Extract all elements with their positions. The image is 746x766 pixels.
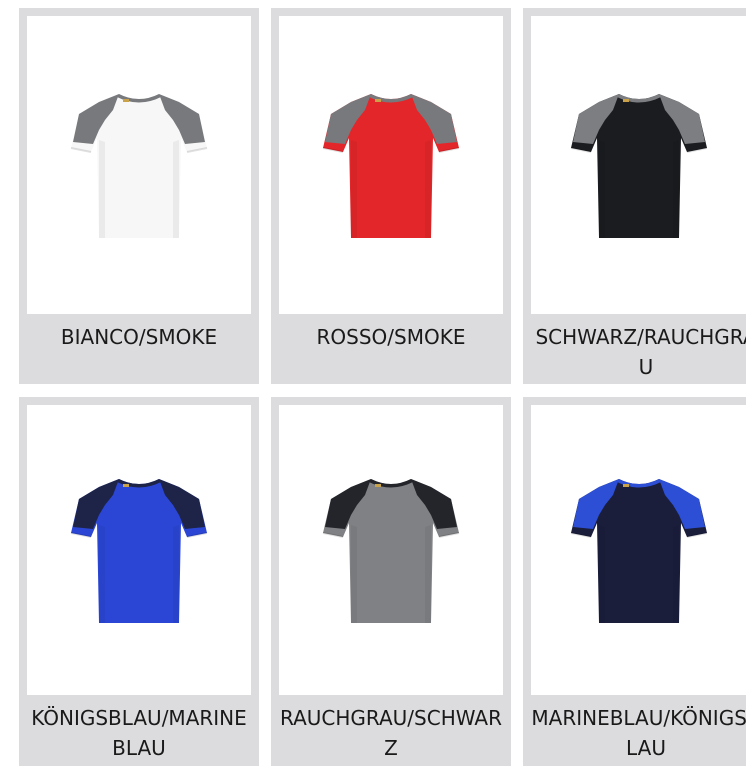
product-image: [531, 16, 746, 314]
product-image: [531, 405, 746, 695]
color-option-label: KÖNIGSBLAU/MARINEBLAU: [31, 706, 247, 760]
smokegray-black-tshirt-icon: [322, 479, 460, 623]
product-color-grid: BIANCO/SMOKE ROSSO/SMOKE SCHWARZ/RAUCHGR…: [0, 0, 746, 766]
red-smoke-tshirt-icon: [322, 94, 460, 238]
color-option-card[interactable]: ROSSO/SMOKE: [271, 8, 511, 384]
color-option-label: ROSSO/SMOKE: [316, 325, 466, 349]
color-option-label: SCHWARZ/RAUCHGRAU: [535, 325, 746, 379]
color-option-card[interactable]: BIANCO/SMOKE: [19, 8, 259, 384]
product-image: [27, 16, 251, 314]
color-option-card[interactable]: SCHWARZ/RAUCHGRAU: [523, 8, 746, 384]
product-image: [27, 405, 251, 695]
black-smokegray-tshirt-icon: [570, 94, 707, 238]
product-image: [279, 16, 503, 314]
white-smoke-tshirt-icon: [70, 94, 208, 238]
color-option-card[interactable]: KÖNIGSBLAU/MARINEBLAU: [19, 397, 259, 766]
color-option-label: BIANCO/SMOKE: [60, 325, 218, 349]
color-option-card[interactable]: MARINEBLAU/KÖNIGSBLAU: [523, 397, 746, 766]
color-option-label: RAUCHGRAU/SCHWARZ: [279, 706, 502, 760]
navy-royalblue-tshirt-icon: [570, 479, 707, 623]
color-option-label: MARINEBLAU/KÖNIGSBLAU: [531, 706, 746, 760]
color-option-card[interactable]: RAUCHGRAU/SCHWARZ: [271, 397, 511, 766]
product-image: [279, 405, 503, 695]
royalblue-navy-tshirt-icon: [70, 479, 208, 623]
